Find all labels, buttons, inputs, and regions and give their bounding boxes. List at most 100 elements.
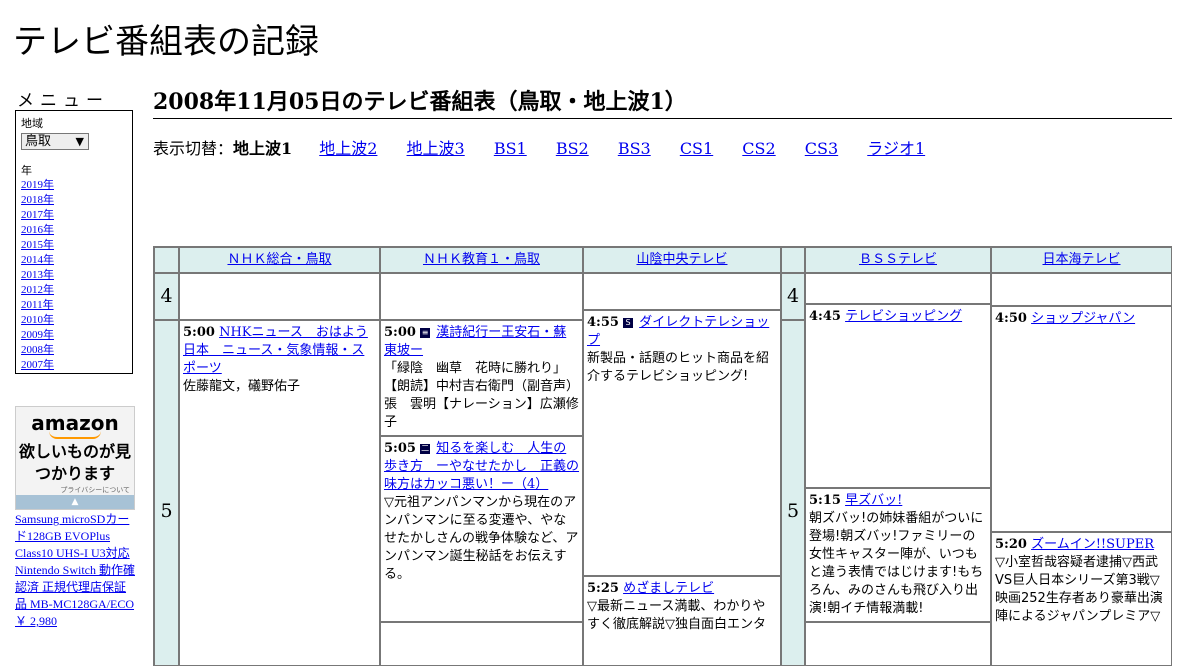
empty-slot — [991, 273, 1171, 306]
bilingual-icon: 二 — [420, 443, 431, 454]
switch-link-cs2[interactable]: CS2 — [742, 139, 775, 158]
program-desc: 朝ズバッ!の姉妹番組がついに登場!朝ズバッ!ファミリーの女性キャスター陣が、いつ… — [809, 511, 984, 616]
program-desc: ▽元祖アンパンマンから現在のアンパンマンに至る変遷や、やなせたかしさんの戦争体験… — [384, 495, 579, 582]
program-cell-next — [805, 622, 991, 665]
year-link-2015[interactable]: 2015年 — [21, 238, 127, 253]
year-link-2010[interactable]: 2010年 — [21, 313, 127, 328]
switch-label: 表示切替： — [153, 139, 234, 158]
program-time: 5:15 — [809, 493, 841, 508]
year-label: 年 — [21, 164, 32, 177]
hour-cell-4-right: 4 — [781, 273, 805, 320]
hour-cell-4: 4 — [154, 273, 179, 320]
program-title-link[interactable]: ズームイン!!SUPER — [1031, 537, 1154, 552]
program-cell: 5:00 NHKニュース おはよう日本 ニュース・気象情報・スポーツ 佐藤龍文，… — [179, 320, 380, 665]
menu-heading: メニュー — [17, 91, 109, 111]
ad-product-link[interactable]: Samsung microSDカード128GB EVOPlus Class10 … — [15, 511, 137, 630]
menu-box: 地域 鳥取 ▼ 年 2019年 2018年 2017年 2016年 2015年 … — [15, 110, 133, 374]
year-link-2016[interactable]: 2016年 — [21, 223, 127, 238]
program-time: 4:50 — [995, 311, 1027, 326]
chevron-up-icon: ▲ — [71, 497, 79, 507]
switch-link-bs2[interactable]: BS2 — [556, 139, 589, 158]
program-cell: 5:20 ズームイン!!SUPER ▽小室哲哉容疑者逮捕▽西武VS巨人日本シリー… — [991, 532, 1171, 665]
year-link-2012[interactable]: 2012年 — [21, 283, 127, 298]
year-link-2011[interactable]: 2011年 — [21, 298, 127, 313]
empty-slot — [583, 273, 781, 310]
page-title: 2008年11月05日のテレビ番組表（鳥取・地上波1） — [153, 84, 1172, 119]
program-time: 5:00 — [384, 325, 416, 340]
program-cell: 5:05 二 知るを楽しむ 人生の歩き方 ーやなせたかし 正義の味方はカッコ悪い… — [380, 436, 583, 622]
site-title: テレビ番組表の記録 — [13, 22, 319, 62]
year-list: 2019年 2018年 2017年 2016年 2015年 2014年 2013… — [21, 178, 127, 373]
program-grid: ＮＨＫ総合・鳥取 ＮＨＫ教育１・鳥取 山陰中央テレビ ＢＳＳテレビ 日本海テレビ… — [153, 246, 1172, 666]
year-link-2013[interactable]: 2013年 — [21, 268, 127, 283]
program-desc: ▽最新ニュース満載、わかりやすく徹底解説▽独自面白エンタ — [587, 599, 766, 632]
channel-header-nkt: 日本海テレビ — [991, 247, 1171, 273]
ad-product-name: Samsung microSDカード128GB EVOPlus Class10 … — [15, 512, 135, 611]
switch-link-chijo3[interactable]: 地上波3 — [407, 139, 465, 158]
program-cell-next — [380, 622, 583, 665]
display-switch: 表示切替：地上波1 地上波2 地上波3 BS1 BS2 BS3 CS1 CS2 … — [153, 135, 949, 159]
hour-cell-5: 5 — [154, 320, 179, 665]
program-time: 5:25 — [587, 581, 619, 596]
program-desc: 佐藤龍文，礒野佑子 — [183, 379, 301, 394]
switch-current: 地上波1 — [233, 139, 293, 158]
ad-collapse-bar[interactable]: ▲ — [16, 495, 134, 509]
program-cell: 5:25 めざましテレビ ▽最新ニュース満載、わかりやすく徹底解説▽独自面白エン… — [583, 576, 781, 665]
year-link-2017[interactable]: 2017年 — [21, 208, 127, 223]
hour-header-cell — [154, 247, 179, 273]
program-cell: 4:55 S ダイレクトテレショップ 新製品・話題のヒット商品を紹介するテレビシ… — [583, 310, 781, 576]
switch-link-cs1[interactable]: CS1 — [680, 139, 713, 158]
channel-header-bss: ＢＳＳテレビ — [805, 247, 991, 273]
year-link-2019[interactable]: 2019年 — [21, 178, 127, 193]
year-link-2009[interactable]: 2009年 — [21, 328, 127, 343]
program-cell: 5:00 ≡ 漢詩紀行ー王安石・蘇東坡ー 「緑陰 幽草 花時に勝れり」 【朗読】… — [380, 320, 583, 436]
program-title-link[interactable]: ショップジャパン — [1031, 311, 1135, 326]
program-time: 5:20 — [995, 537, 1027, 552]
channel-header-nhk-sogo: ＮＨＫ総合・鳥取 — [179, 247, 380, 273]
program-title-link[interactable]: めざましテレビ — [623, 581, 714, 596]
program-cell: 4:45 テレビショッピング — [805, 304, 991, 488]
channel-header-nhk-etv: ＮＨＫ教育１・鳥取 — [380, 247, 583, 273]
channel-link-tsk[interactable]: 山陰中央テレビ — [636, 252, 727, 267]
ad-privacy-link[interactable]: プライバシーについて — [16, 485, 134, 495]
stereo-icon: S — [623, 317, 634, 328]
year-link-2007[interactable]: 2007年 — [21, 358, 127, 373]
text-broadcast-icon: ≡ — [420, 327, 431, 338]
program-desc: 新製品・話題のヒット商品を紹介するテレビショッピング! — [587, 351, 770, 384]
region-label: 地域 — [21, 117, 43, 130]
switch-link-chijo2[interactable]: 地上波2 — [319, 139, 377, 158]
switch-link-cs3[interactable]: CS3 — [805, 139, 838, 158]
hour-cell-5-right: 5 — [781, 320, 805, 665]
program-cell: 5:15 早ズバッ! 朝ズバッ!の姉妹番組がついに登場!朝ズバッ!ファミリーの女… — [805, 488, 991, 622]
channel-link-nkt[interactable]: 日本海テレビ — [1042, 252, 1120, 267]
empty-slot — [380, 273, 583, 320]
chevron-down-icon: ▼ — [75, 135, 84, 148]
switch-link-radio1[interactable]: ラジオ1 — [867, 139, 925, 158]
channel-link-bss[interactable]: ＢＳＳテレビ — [859, 252, 937, 267]
amazon-logo: amazon — [31, 411, 119, 435]
switch-link-bs1[interactable]: BS1 — [494, 139, 527, 158]
program-time: 5:05 — [384, 441, 416, 456]
amazon-ad-banner[interactable]: amazon 欲しいものが見つかります プライバシーについて ▲ — [15, 406, 135, 510]
year-link-2008[interactable]: 2008年 — [21, 343, 127, 358]
program-time: 5:00 — [183, 325, 215, 340]
channel-header-tsk: 山陰中央テレビ — [583, 247, 781, 273]
switch-link-bs3[interactable]: BS3 — [618, 139, 651, 158]
channel-link-nhk-sogo[interactable]: ＮＨＫ総合・鳥取 — [227, 252, 331, 267]
channel-link-nhk-etv[interactable]: ＮＨＫ教育１・鳥取 — [423, 252, 540, 267]
program-time: 4:55 — [587, 315, 619, 330]
program-title-link[interactable]: テレビショッピング — [845, 309, 962, 324]
empty-slot — [805, 273, 991, 304]
program-title-link[interactable]: 早ズバッ! — [845, 493, 902, 508]
hour-header-cell-2 — [781, 247, 805, 273]
ad-text: 欲しいものが見つかります — [18, 442, 131, 483]
region-select[interactable]: 鳥取 ▼ — [21, 133, 89, 150]
year-link-2014[interactable]: 2014年 — [21, 253, 127, 268]
program-time: 4:45 — [809, 309, 841, 324]
region-select-value: 鳥取 — [25, 134, 52, 149]
year-link-2018[interactable]: 2018年 — [21, 193, 127, 208]
ad-product-price: ￥ 2,980 — [15, 614, 58, 628]
program-cell: 4:50 ショップジャパン — [991, 306, 1171, 532]
program-desc: ▽小室哲哉容疑者逮捕▽西武VS巨人日本シリーズ第3戦▽映画252生存者あり豪華出… — [995, 555, 1163, 624]
program-desc: 「緑陰 幽草 花時に勝れり」 【朗読】中村吉右衛門（副音声）張 雲明【ナレーショ… — [384, 361, 580, 430]
